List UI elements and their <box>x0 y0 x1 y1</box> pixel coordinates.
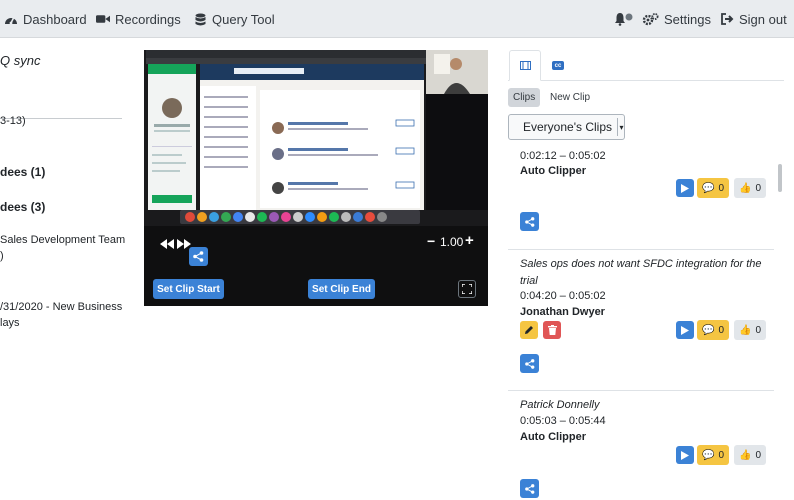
edit-clip-button[interactable] <box>520 321 538 339</box>
tab-clips[interactable] <box>509 50 541 81</box>
nav-settings-label: Settings <box>664 11 711 27</box>
delete-clip-button[interactable] <box>543 321 561 339</box>
opportunity-text: /31/2020 - New Business <box>0 301 123 313</box>
clip-time-range: 0:02:12 – 0:05:02 <box>520 150 606 162</box>
bell-icon <box>614 12 634 26</box>
share-clip-button[interactable] <box>520 479 539 498</box>
comments-count: 0 <box>718 449 725 461</box>
forward-button[interactable] <box>177 236 191 249</box>
speed-increase-button[interactable]: + <box>465 232 474 249</box>
playback-speed: 1.00 <box>440 235 464 249</box>
database-icon <box>193 12 207 26</box>
comments-button[interactable]: 💬 0 <box>697 445 730 465</box>
film-icon <box>519 61 531 70</box>
clips-panel: cc Clips New Clip Everyone's Clips ▾ 0:0… <box>508 46 794 500</box>
like-button[interactable]: 👍 0 <box>734 320 767 340</box>
clip-author: Jonathan Dwyer <box>520 306 605 318</box>
play-icon <box>681 183 689 193</box>
notifications-button[interactable] <box>614 0 639 38</box>
play-clip-button[interactable] <box>676 321 694 339</box>
clip-list-scrollbar[interactable] <box>778 164 782 192</box>
nav-query-tool-label: Query Tool <box>212 11 275 27</box>
share-icon <box>524 358 534 369</box>
comments-button[interactable]: 💬 0 <box>697 320 730 340</box>
sign-out-icon <box>720 12 734 26</box>
tab-captions[interactable]: cc <box>542 50 574 81</box>
nav-sign-out[interactable]: Sign out <box>720 0 787 38</box>
share-clip-button[interactable] <box>520 212 539 231</box>
attendees-heading-2: dees (3) <box>0 200 46 214</box>
share-icon <box>524 483 534 494</box>
date-range-text: 3-13) <box>0 115 26 127</box>
nav-dashboard-label: Dashboard <box>23 11 87 27</box>
share-icon <box>524 216 534 227</box>
expand-icon <box>462 284 472 294</box>
like-count: 0 <box>755 182 762 194</box>
comments-icon: 💬 <box>702 182 715 194</box>
nav-recordings[interactable]: Recordings <box>96 0 181 38</box>
thumbs-up-icon: 👍 <box>739 449 752 461</box>
nav-sign-out-label: Sign out <box>739 11 787 27</box>
clip-note: Patrick Donnelly <box>520 399 600 411</box>
nav-recordings-label: Recordings <box>115 11 181 27</box>
recording-details-panel: Q sync 3-13) dees (1) dees (3) Sales Dev… <box>0 38 140 500</box>
share-clip-button[interactable] <box>520 354 539 373</box>
sync-label: Q sync <box>0 53 41 68</box>
set-clip-end-button[interactable]: Set Clip End <box>308 279 375 299</box>
play-icon <box>681 450 689 460</box>
dropdown-arrow-icon: ▾ <box>617 118 625 136</box>
video-player[interactable]: − 1.00 + Set Clip Start Set Clip End <box>144 50 488 306</box>
rewind-button[interactable] <box>160 236 174 249</box>
clip-time-range: 0:05:03 – 0:05:44 <box>520 415 606 427</box>
pencil-icon <box>525 326 533 334</box>
clip-divider <box>508 390 774 391</box>
thumbs-up-icon: 👍 <box>739 324 752 336</box>
comments-icon: 💬 <box>702 449 715 461</box>
comments-button[interactable]: 💬 0 <box>697 178 730 198</box>
comments-count: 0 <box>718 324 725 336</box>
nav-settings[interactable]: Settings <box>642 0 711 38</box>
like-count: 0 <box>755 449 762 461</box>
nav-query-tool[interactable]: Query Tool <box>193 0 275 38</box>
dashboard-gauge-icon <box>4 12 18 26</box>
like-button[interactable]: 👍 0 <box>734 445 767 465</box>
attendees-heading: dees (1) <box>0 165 46 179</box>
speed-decrease-button[interactable]: − <box>427 233 435 249</box>
backward-icon <box>160 239 174 249</box>
opportunity-text-cont: lays <box>0 317 20 329</box>
thumbs-up-icon: 👍 <box>739 182 752 194</box>
video-frame <box>144 50 488 226</box>
clip-time-range: 0:04:20 – 0:05:02 <box>520 290 606 302</box>
team-name: Sales Development Team <box>0 234 126 246</box>
set-clip-start-button[interactable]: Set Clip Start <box>153 279 224 299</box>
comments-icon: 💬 <box>702 324 715 336</box>
gears-icon <box>642 12 659 26</box>
top-navbar: Dashboard Recordings Query Tool Settings… <box>0 0 794 38</box>
like-count: 0 <box>755 324 762 336</box>
play-icon <box>681 325 689 335</box>
play-clip-button[interactable] <box>676 446 694 464</box>
clip-note: Sales ops does not want SFDC integration… <box>520 258 762 287</box>
new-clip-pill[interactable]: New Clip <box>545 88 595 107</box>
captions-icon: cc <box>552 61 564 70</box>
clip-author: Auto Clipper <box>520 431 586 443</box>
video-camera-icon <box>96 12 110 26</box>
clip-list: 0:02:12 – 0:05:02 Auto Clipper 💬 0 👍 0 S… <box>508 146 784 500</box>
team-name-cont: ) <box>0 250 4 262</box>
trash-icon <box>547 325 557 335</box>
like-button[interactable]: 👍 0 <box>734 178 767 198</box>
clip-divider <box>508 249 774 250</box>
clip-author: Auto Clipper <box>520 165 586 177</box>
play-clip-button[interactable] <box>676 179 694 197</box>
clip-filter-select[interactable]: Everyone's Clips ▾ <box>508 114 625 140</box>
clip-filter-value: Everyone's Clips <box>523 120 612 134</box>
comments-count: 0 <box>718 182 725 194</box>
nav-dashboard[interactable]: Dashboard <box>4 0 87 38</box>
fullscreen-button[interactable] <box>458 280 476 298</box>
share-video-button[interactable] <box>189 247 208 266</box>
share-icon <box>193 251 204 262</box>
clips-pill[interactable]: Clips <box>508 88 541 107</box>
